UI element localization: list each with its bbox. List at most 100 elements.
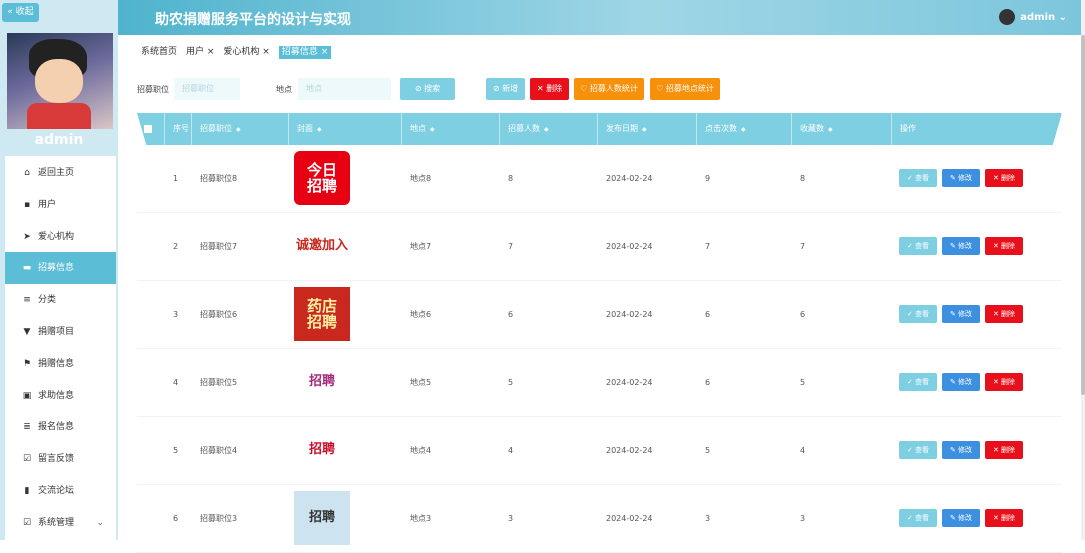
- column-header[interactable]: 发布日期 ◆: [598, 113, 697, 145]
- location-input[interactable]: 地点: [298, 78, 391, 100]
- top-bar: 助农捐赠服务平台的设计与实现 admin ⌄: [118, 0, 1081, 35]
- page-scrollbar[interactable]: [1081, 0, 1085, 540]
- send-icon: ➤: [23, 231, 31, 242]
- cell-position: 招募职位5: [200, 378, 238, 387]
- cover-image: 药店 招聘: [294, 287, 350, 341]
- sidebar-item-1[interactable]: ⌂ 返回主页: [5, 157, 116, 189]
- cell-position: 招募职位3: [200, 514, 238, 523]
- sidebar-username: admin: [34, 132, 84, 148]
- search-button[interactable]: ⊘ 搜索: [400, 78, 455, 100]
- delete-row-button[interactable]: ✕ 删除: [985, 305, 1023, 323]
- stat-people-button[interactable]: ♡ 招募人数统计: [574, 78, 644, 100]
- user-menu[interactable]: admin ⌄: [999, 9, 1067, 25]
- sort-icon[interactable]: ◆: [430, 126, 435, 133]
- sort-icon[interactable]: ◆: [741, 126, 746, 133]
- cover-image: 招聘: [294, 491, 350, 545]
- column-header[interactable]: 地点 ◆: [402, 113, 500, 145]
- edit-button[interactable]: ✎ 修改: [942, 305, 980, 323]
- avatar: [7, 33, 113, 129]
- sidebar-item-4[interactable]: ▬ 招募信息: [5, 252, 116, 285]
- scrollbar-thumb[interactable]: [1081, 35, 1085, 395]
- edit-button[interactable]: ✎ 修改: [942, 169, 980, 187]
- view-button[interactable]: ✓ 查看: [899, 305, 937, 323]
- sidebar-item-7[interactable]: ⚑ 捐赠信息: [5, 348, 116, 380]
- cell-count: 8: [508, 174, 514, 183]
- tab-1[interactable]: 系统首页: [141, 46, 177, 59]
- column-header: 操作: [892, 113, 1062, 145]
- sidebar-item-8[interactable]: ▣ 求助信息: [5, 380, 116, 412]
- delete-row-button[interactable]: ✕ 删除: [985, 237, 1023, 255]
- column-header[interactable]: 招募职位 ◆: [192, 113, 289, 145]
- tab-4[interactable]: 招募信息 ×: [278, 46, 332, 59]
- cell-location: 地点3: [410, 514, 432, 523]
- sidebar-item-label: 用户: [38, 199, 57, 210]
- sidebar-item-5[interactable]: ≡ 分类: [5, 284, 116, 316]
- sidebar-item-12[interactable]: ☑ 系统管理 ⌄: [5, 507, 116, 539]
- cell-clicks: 7: [705, 242, 711, 251]
- view-button[interactable]: ✓ 查看: [899, 237, 937, 255]
- edit-button[interactable]: ✎ 修改: [942, 373, 980, 391]
- column-header[interactable]: 序号: [165, 113, 192, 145]
- view-button[interactable]: ✓ 查看: [899, 169, 937, 187]
- cell-count: 4: [508, 446, 514, 455]
- sort-icon[interactable]: ◆: [317, 126, 322, 133]
- view-button[interactable]: ✓ 查看: [899, 509, 937, 527]
- sort-icon[interactable]: ◆: [642, 126, 647, 133]
- column-header-label: 封面: [297, 124, 313, 133]
- sidebar-item-label: 爱心机构: [38, 231, 75, 242]
- delete-row-button[interactable]: ✕ 删除: [985, 441, 1023, 459]
- tab-bar: 系统首页 用户 × 爱心机构 × 招募信息 ×: [141, 46, 340, 60]
- cell-location: 地点8: [410, 174, 432, 183]
- edit-button[interactable]: ✎ 修改: [942, 441, 980, 459]
- cell-location: 地点7: [410, 242, 432, 251]
- select-all-checkbox[interactable]: [137, 113, 165, 145]
- stat-location-button[interactable]: ♡ 招募地点统计: [650, 78, 720, 100]
- column-header[interactable]: 招募人数 ◆: [500, 113, 598, 145]
- sidebar-item-11[interactable]: ▮ 交流论坛: [5, 475, 116, 507]
- sidebar: « 收起 admin ⌂ 返回主页 ▪ 用户 ➤ 爱心机构 ▬ 招募信息 ≡ 分类 ▼ 捐赠项目 ⚑ 捐赠…: [0, 0, 118, 540]
- cell-location: 地点6: [410, 310, 432, 319]
- delete-row-button[interactable]: ✕ 删除: [985, 509, 1023, 527]
- cell-favorites: 5: [800, 378, 806, 387]
- sidebar-item-9[interactable]: ≣ 报名信息: [5, 411, 116, 443]
- cell-favorites: 8: [800, 174, 806, 183]
- tab-2[interactable]: 用户 ×: [186, 46, 214, 59]
- sidebar-item-3[interactable]: ➤ 爱心机构: [5, 221, 116, 253]
- column-header-label: 地点: [410, 124, 426, 133]
- position-label: 招募职位: [137, 85, 169, 94]
- collapse-button[interactable]: « 收起: [2, 3, 39, 22]
- sidebar-item-10[interactable]: ☑ 留言反馈: [5, 443, 116, 475]
- home-icon: ⌂: [24, 168, 30, 178]
- trophy-icon: ▼: [23, 327, 31, 337]
- cell-date: 2024-02-24: [606, 174, 653, 183]
- position-input[interactable]: 招募职位: [174, 78, 240, 100]
- column-header-label: 操作: [900, 124, 916, 133]
- table-row: 4 招募职位5 招聘 地点5 5 2024-02-24 6 5 ✓ 查看 ✎ 修改 ✕ 删除: [137, 349, 1062, 417]
- table-row: 3 招募职位6 药店 招聘 地点6 6 2024-02-24 6 6 ✓ 查看 ✎ 修改 ✕ 删除: [137, 281, 1062, 349]
- table-row: 1 招募职位8 今日 招聘 地点8 8 2024-02-24 9 8 ✓ 查看 ✎ 修改 ✕ 删除: [137, 145, 1062, 213]
- delete-row-button[interactable]: ✕ 删除: [985, 169, 1023, 187]
- edit-button[interactable]: ✎ 修改: [942, 237, 980, 255]
- user-avatar-icon: [999, 9, 1016, 25]
- sort-icon[interactable]: ◆: [828, 126, 833, 133]
- sidebar-item-6[interactable]: ▼ 捐赠项目: [5, 316, 116, 348]
- check-box-icon: ☑: [22, 517, 32, 528]
- view-button[interactable]: ✓ 查看: [899, 441, 937, 459]
- edit-button[interactable]: ✎ 修改: [942, 509, 980, 527]
- delete-row-button[interactable]: ✕ 删除: [985, 373, 1023, 391]
- cell-clicks: 6: [705, 310, 711, 319]
- sort-icon[interactable]: ◆: [544, 126, 549, 133]
- cell-count: 3: [508, 514, 514, 523]
- sidebar-item-2[interactable]: ▪ 用户: [5, 189, 116, 221]
- column-header-label: 发布日期: [606, 124, 638, 133]
- flag-icon: ⚑: [22, 358, 32, 369]
- tab-3[interactable]: 爱心机构 ×: [223, 46, 269, 59]
- view-button[interactable]: ✓ 查看: [899, 373, 937, 391]
- add-button[interactable]: ⊘ 新增: [486, 78, 525, 100]
- column-header[interactable]: 点击次数 ◆: [697, 113, 792, 145]
- cell-favorites: 4: [800, 446, 806, 455]
- column-header[interactable]: 收藏数 ◆: [792, 113, 892, 145]
- column-header[interactable]: 封面 ◆: [289, 113, 402, 145]
- delete-button[interactable]: ✕ 删除: [530, 78, 569, 100]
- sort-icon[interactable]: ◆: [236, 126, 241, 133]
